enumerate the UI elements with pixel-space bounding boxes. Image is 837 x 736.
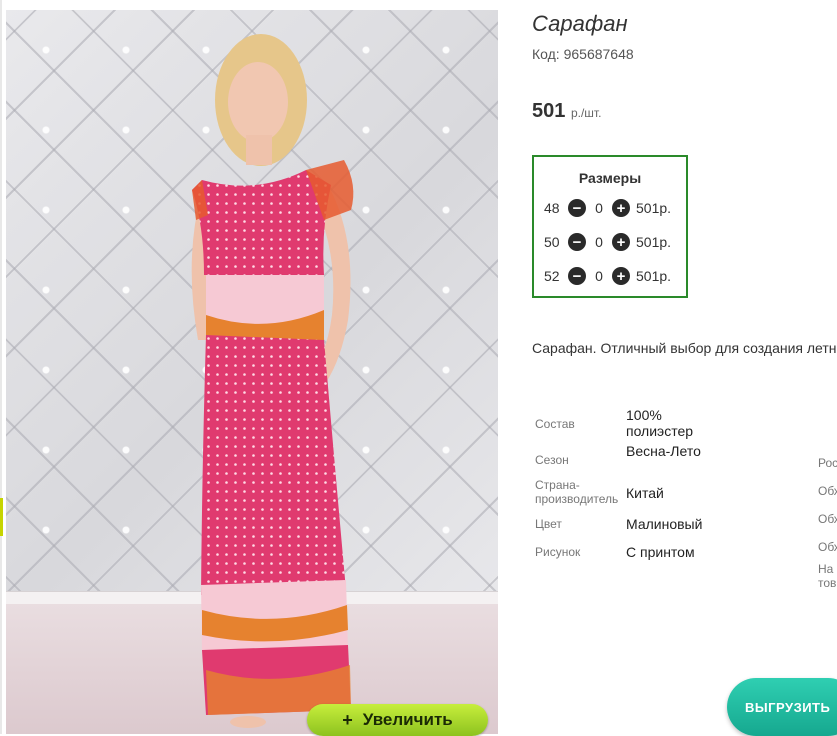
property-label: Рисунок xyxy=(535,545,581,559)
model-figure xyxy=(191,34,354,728)
size-row: 48 − 0 + 501р. xyxy=(544,198,671,218)
product-title: Сарафан xyxy=(532,11,628,36)
export-button-label: ВЫГРУЗИТЬ xyxy=(745,699,831,715)
zoom-button[interactable]: + Увеличить xyxy=(307,704,488,736)
export-button[interactable]: ВЫГРУЗИТЬ xyxy=(727,678,837,736)
right-column-text: тов xyxy=(818,576,837,590)
size-price: 501р. xyxy=(636,234,672,250)
right-column-text: Обх xyxy=(818,540,837,554)
size-label: 50 xyxy=(544,234,560,250)
product-description: Сарафан. Отличный выбор для создания лет… xyxy=(532,340,837,356)
plus-icon[interactable]: + xyxy=(612,233,630,251)
minus-icon[interactable]: − xyxy=(568,267,586,285)
size-quantity: 0 xyxy=(595,200,603,216)
price-value: 501 xyxy=(532,100,566,122)
size-quantity: 0 xyxy=(595,268,603,284)
left-edge-strip xyxy=(0,0,2,734)
property-value: Весна-Лето xyxy=(626,443,701,459)
property-value: 100% полиэстер xyxy=(626,407,694,439)
price-unit: р./шт. xyxy=(570,106,602,120)
property-label: Страна-производитель xyxy=(535,478,619,506)
plus-icon[interactable]: + xyxy=(612,199,630,217)
size-label: 52 xyxy=(544,268,560,284)
size-row: 52 − 0 + 501р. xyxy=(544,266,671,286)
sizes-header: Размеры xyxy=(578,170,642,186)
product-code: Код: 965687648 xyxy=(532,46,634,62)
minus-icon[interactable]: − xyxy=(568,233,586,251)
minus-icon[interactable]: − xyxy=(568,199,586,217)
plus-icon: + xyxy=(342,709,353,730)
right-column-text: Рос xyxy=(818,456,837,470)
size-row: 50 − 0 + 501р. xyxy=(544,232,671,252)
size-quantity: 0 xyxy=(595,234,603,250)
right-column-text: Обх xyxy=(818,512,837,526)
size-label: 48 xyxy=(544,200,560,216)
size-price: 501р. xyxy=(636,268,672,284)
product-price: 501 р./шт. xyxy=(532,100,601,123)
property-label: Сезон xyxy=(535,453,569,467)
property-label: Цвет xyxy=(535,517,562,531)
property-label: Состав xyxy=(535,417,575,431)
plus-icon[interactable]: + xyxy=(612,267,630,285)
right-column-text: На xyxy=(818,562,834,576)
right-column-text: Обх xyxy=(818,484,837,498)
size-price: 501р. xyxy=(636,200,672,216)
sizes-box: Размеры 48 − 0 + 501р. 50 − 0 + 501р. 52… xyxy=(532,155,688,298)
product-photo[interactable] xyxy=(6,10,498,734)
left-edge-marker xyxy=(0,498,3,536)
property-value: С принтом xyxy=(626,544,695,560)
property-value: Малиновый xyxy=(626,516,703,532)
property-value: Китай xyxy=(626,485,664,501)
zoom-button-label: Увеличить xyxy=(362,710,453,729)
